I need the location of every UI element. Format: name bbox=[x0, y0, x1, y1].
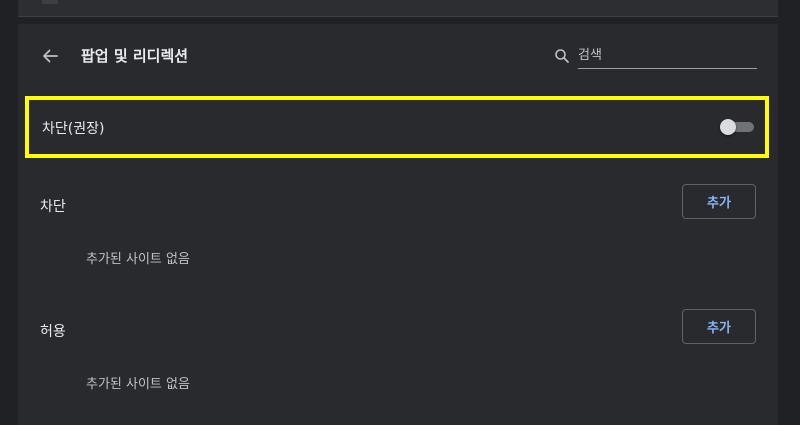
search-box[interactable] bbox=[554, 44, 757, 70]
page-header: 팝업 및 리디렉션 bbox=[18, 24, 778, 88]
search-field[interactable] bbox=[578, 44, 757, 69]
search-icon bbox=[554, 48, 570, 64]
top-strip-stub bbox=[42, 0, 58, 4]
arrow-left-icon bbox=[41, 47, 59, 65]
page-title: 팝업 및 리디렉션 bbox=[81, 47, 189, 65]
section-label-block: 차단 bbox=[40, 199, 66, 215]
highlight-box bbox=[25, 96, 769, 158]
allow-empty-text: 추가된 사이트 없음 bbox=[86, 377, 190, 392]
settings-panel: 팝업 및 리디렉션 차단(권장) 차단 추가 추가된 사이트 없음 허용 추가 … bbox=[18, 24, 778, 425]
search-input[interactable] bbox=[578, 44, 757, 67]
top-strip bbox=[18, 0, 778, 17]
add-allow-site-button[interactable]: 추가 bbox=[682, 309, 756, 344]
add-block-site-button[interactable]: 추가 bbox=[682, 184, 756, 219]
section-label-allow: 허용 bbox=[40, 324, 66, 340]
block-empty-text: 추가된 사이트 없음 bbox=[86, 252, 190, 267]
back-button[interactable] bbox=[36, 42, 64, 70]
